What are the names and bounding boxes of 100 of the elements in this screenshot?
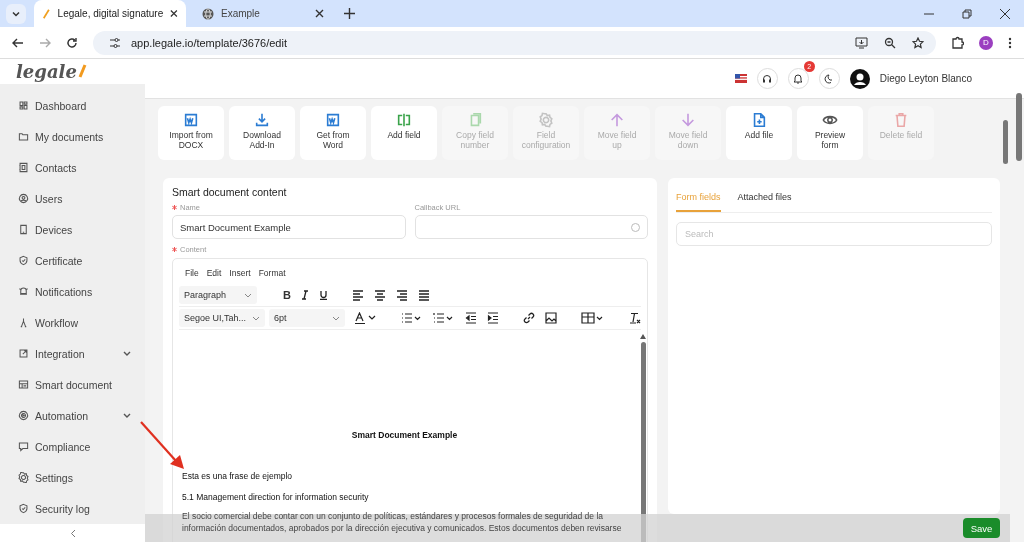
pen-icon xyxy=(42,7,51,20)
menu-item-icon xyxy=(18,503,29,515)
sidebar-item[interactable]: Dashboard xyxy=(0,90,145,122)
scrollbar[interactable] xyxy=(1016,93,1022,161)
arrow-down-icon xyxy=(680,112,696,128)
extensions-icon[interactable] xyxy=(951,36,964,49)
bullet-list-icon[interactable] xyxy=(401,312,423,324)
trash-icon xyxy=(893,112,909,128)
scroll-up-icon[interactable] xyxy=(640,334,646,339)
profile-avatar[interactable]: D xyxy=(979,35,993,50)
card-title: Smart document content xyxy=(172,186,288,198)
numbered-list-icon[interactable] xyxy=(433,312,455,324)
chevron-icon xyxy=(332,315,340,321)
annotation-arrow xyxy=(140,421,186,471)
sidebar-item[interactable]: My documents xyxy=(0,121,145,153)
sidebar-item[interactable]: Certificate xyxy=(0,245,145,277)
toolbar-button[interactable]: Get from Word xyxy=(300,106,366,160)
moon-icon xyxy=(824,73,835,84)
logo: legale xyxy=(16,61,77,82)
save-button[interactable]: Save xyxy=(963,518,1000,538)
sidebar-item[interactable]: Compliance xyxy=(0,431,145,463)
menu-icon[interactable] xyxy=(1008,36,1012,49)
toolbar-button[interactable]: Add field xyxy=(371,106,437,160)
align-icon[interactable] xyxy=(373,289,386,301)
toolbar-button[interactable]: Preview form xyxy=(797,106,863,160)
help-icon xyxy=(631,222,640,232)
zoom-icon[interactable] xyxy=(884,36,896,49)
add-file-icon xyxy=(751,112,767,128)
site-settings-icon[interactable] xyxy=(109,36,121,49)
headset-icon xyxy=(762,73,773,84)
font-family-select[interactable]: Segoe UI,Tah... xyxy=(179,309,265,327)
close-icon[interactable] xyxy=(170,9,178,18)
bold-button[interactable]: B xyxy=(283,289,291,301)
document-paragraph: El socio comercial debe contar con un conjunto de políticas, estándares y procesos formales de seguridad de la información documentados, aprobados por la dirección ejecutiva y comunicados. Estos documentos deben revisarse xyxy=(182,511,623,535)
search-field[interactable]: Search xyxy=(676,222,992,246)
underline-icon[interactable] xyxy=(318,290,328,300)
scrollbar[interactable] xyxy=(1003,120,1008,164)
sidebar-item[interactable]: Contacts xyxy=(0,152,145,184)
clear-formatting-icon[interactable] xyxy=(629,312,641,324)
flag-icon[interactable] xyxy=(734,74,747,83)
gear-icon xyxy=(538,112,554,128)
sidebar-item[interactable]: Devices xyxy=(0,214,145,246)
user-avatar[interactable] xyxy=(849,68,870,89)
table-icon[interactable] xyxy=(581,312,605,324)
align-icon[interactable] xyxy=(351,289,364,301)
close-icon[interactable] xyxy=(315,9,324,18)
sidebar-item[interactable]: Workflow xyxy=(0,307,145,339)
link-icon[interactable] xyxy=(523,312,535,324)
toolbar-button[interactable]: Import from DOCX xyxy=(158,106,224,160)
menu-item-icon xyxy=(18,379,29,391)
font-size-select[interactable]: 6pt xyxy=(269,309,345,327)
indent-icon[interactable] xyxy=(487,312,499,324)
browser-tab[interactable]: Example xyxy=(194,0,332,27)
sidebar-item[interactable]: Users xyxy=(0,183,145,215)
menu-item[interactable]: Format xyxy=(258,268,286,278)
close-icon[interactable] xyxy=(1000,8,1010,19)
chevron-icon xyxy=(244,292,252,298)
pen-icon xyxy=(76,63,87,80)
menu-item-icon xyxy=(18,255,29,267)
outdent-icon[interactable] xyxy=(465,312,477,324)
word-icon xyxy=(183,112,199,128)
install-icon[interactable] xyxy=(855,36,868,49)
menu-item-icon xyxy=(18,100,29,112)
align-icon[interactable] xyxy=(395,289,408,301)
menu-item[interactable]: File xyxy=(185,268,199,278)
menu-item-icon xyxy=(18,162,29,174)
new-tab-icon[interactable] xyxy=(344,8,355,19)
required-icon xyxy=(172,247,177,252)
sidebar-item[interactable]: Security log xyxy=(0,493,145,525)
menu-item[interactable]: Insert xyxy=(229,268,251,278)
user-name[interactable]: Diego Leyton Blanco xyxy=(879,73,972,84)
text-color-icon[interactable] xyxy=(355,312,377,324)
sidebar-item[interactable]: Smart document xyxy=(0,369,145,401)
menu-item-icon xyxy=(18,410,29,422)
star-icon[interactable] xyxy=(912,36,924,49)
browser-tab[interactable]: Legale, digital signature xyxy=(34,0,186,27)
callback-url-field[interactable] xyxy=(414,215,648,239)
image-icon[interactable] xyxy=(545,312,557,324)
collapse-icon[interactable] xyxy=(69,528,76,538)
menu-item[interactable]: Edit xyxy=(206,268,222,278)
toolbar-button[interactable]: Add file xyxy=(726,106,792,160)
menu-item-icon xyxy=(18,441,29,453)
sidebar-item[interactable]: Integration xyxy=(0,338,145,370)
tab[interactable]: Attached files xyxy=(737,188,792,212)
align-icon[interactable] xyxy=(417,289,430,301)
tab-search-button[interactable] xyxy=(6,3,26,24)
toolbar-button[interactable]: Download Add-In xyxy=(229,106,295,160)
sidebar-item[interactable]: Settings xyxy=(0,462,145,494)
bell-icon xyxy=(793,73,804,84)
tab-title: Example xyxy=(221,8,261,19)
sidebar-item[interactable]: Notifications xyxy=(0,276,145,308)
address-bar[interactable]: app.legale.io/template/3676/edit xyxy=(93,30,936,55)
reload-icon[interactable] xyxy=(66,36,78,49)
block-format-select[interactable]: Paragraph xyxy=(179,286,257,304)
back-icon[interactable] xyxy=(12,36,24,49)
italic-icon[interactable] xyxy=(300,290,309,300)
globe-icon xyxy=(202,7,214,20)
restore-icon[interactable] xyxy=(962,8,972,19)
sidebar-item[interactable]: Automation xyxy=(0,400,145,432)
name-field[interactable]: Smart Document Example xyxy=(172,215,406,239)
